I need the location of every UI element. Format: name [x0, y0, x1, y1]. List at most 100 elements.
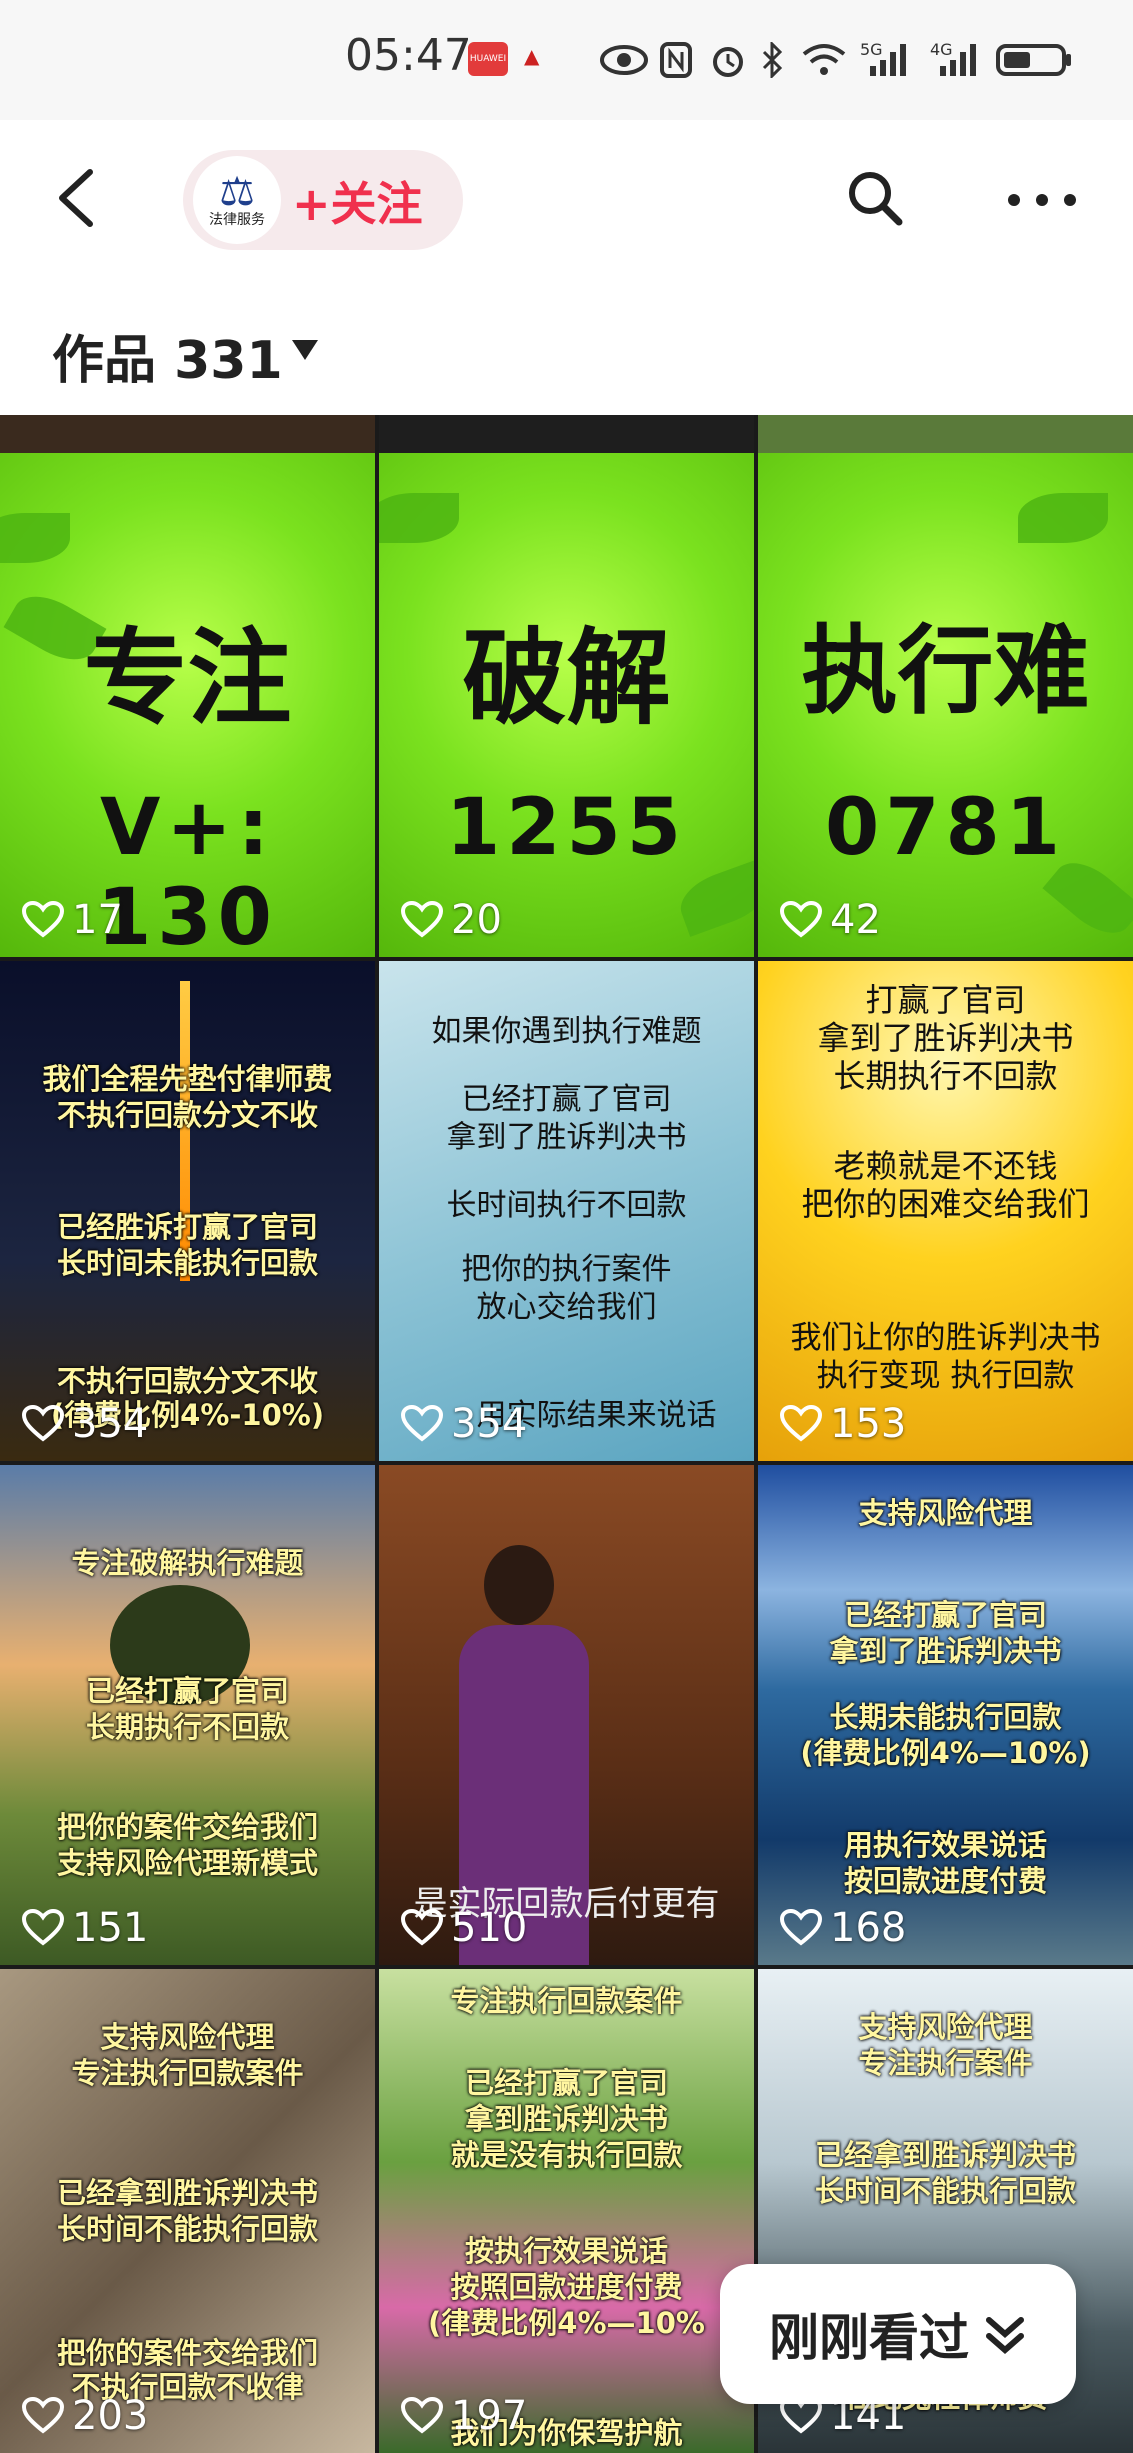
caption-line: 长时间不能执行回款 [56, 2212, 318, 2246]
caption-line: (律费比例4%—10% [428, 2306, 705, 2340]
heart-icon [22, 901, 64, 938]
like-count: 17 [22, 897, 123, 943]
like-count: 197 [401, 2393, 527, 2439]
status-bar: 05:47 HUAWEI ▲ 5G 4G [0, 0, 1133, 120]
thumbnail-subtitle: 1255 [445, 783, 688, 873]
like-count-value: 197 [451, 2393, 528, 2439]
back-arrow-icon[interactable] [52, 168, 102, 228]
signal-bars-icon-2 [940, 44, 976, 76]
like-count: 168 [780, 1905, 906, 1951]
caption-line: 专注破解执行难题 [71, 1546, 304, 1580]
like-count: 151 [22, 1905, 148, 1951]
bluetooth-icon [762, 42, 783, 78]
caption-line: 拿到胜诉判决书 [464, 2102, 668, 2136]
caption-line: 长期未能执行回款 [829, 1700, 1062, 1734]
recently-viewed-label: 刚刚看过 [769, 2309, 969, 2367]
like-count: 20 [401, 897, 502, 943]
like-count-value: 151 [72, 1905, 149, 1951]
like-count: 354 [401, 1401, 527, 1447]
video-thumbnail[interactable]: 打赢了官司 拿到了胜诉判决书 长期执行不回款 老赖就是不还钱 把你的困难交给我们… [758, 961, 1133, 1461]
signal-bars-icon [870, 44, 906, 76]
huawei-app-icon: HUAWEI [468, 42, 508, 76]
heart-icon [780, 901, 822, 938]
caption-line: 已经拿到胜诉判决书 [56, 2176, 318, 2210]
video-thumbnail[interactable]: 支持风险代理 专注执行回款案件 已经拿到胜诉判决书 长时间不能执行回款 把你的案… [0, 1969, 375, 2453]
video-grid: 专注 V+: 130 17 破解 1255 20 执行难 0781 42 我们全… [0, 415, 1133, 2453]
caption-line: 专注执行案件 [858, 2046, 1033, 2080]
like-count-value: 42 [830, 897, 881, 943]
follow-button[interactable]: +关注 [292, 168, 423, 234]
caption-line: 支持风险代理 [858, 1496, 1033, 1530]
video-thumbnail[interactable]: 专注破解执行难题 已经打赢了官司 长期执行不回款 把你的案件交给我们 支持风险代… [0, 1465, 375, 1965]
caption-line: 不执行回款分文不收 [56, 1098, 318, 1132]
like-count: 42 [780, 897, 881, 943]
caption-line: 老赖就是不还钱 [833, 1147, 1058, 1185]
presenter-head [484, 1545, 554, 1625]
recently-viewed-button[interactable]: 刚刚看过 [720, 2264, 1076, 2404]
caption-line: 把你的困难交给我们 [801, 1185, 1090, 1223]
heart-icon [22, 1405, 64, 1442]
leaf-decoration [0, 513, 70, 563]
partial-video-thumbnail[interactable] [0, 415, 375, 453]
profile-header [0, 120, 1133, 285]
nfc-icon [660, 42, 692, 78]
chevron-double-down-icon [986, 2317, 1024, 2354]
leaf-decoration [379, 493, 459, 543]
video-thumbnail[interactable]: 执行难 0781 42 [758, 453, 1133, 957]
caption-line: 用执行效果说话 [843, 1828, 1047, 1862]
search-icon[interactable] [845, 168, 905, 228]
caption-line: 已经打赢了官司 [85, 1674, 289, 1708]
works-count[interactable]: 作品 331 [52, 318, 283, 393]
caption-line: 长期执行不回款 [833, 1057, 1058, 1095]
caption-line: 把你的案件交给我们 [56, 1810, 318, 1844]
heart-icon [401, 1909, 443, 1946]
like-count: 354 [22, 1401, 148, 1447]
video-thumbnail[interactable]: 支持风险代理 已经打赢了官司 拿到了胜诉判决书 长期未能执行回款 (律费比例4%… [758, 1465, 1133, 1965]
scales-icon: ⚖ [219, 169, 255, 215]
like-count-value: 354 [72, 1401, 149, 1447]
heart-icon [401, 901, 443, 938]
caption-line: 打赢了官司 [865, 981, 1026, 1019]
video-thumbnail[interactable]: 我们全程先垫付律师费 不执行回款分文不收 已经胜诉打赢了官司 长时间未能执行回款… [0, 961, 375, 1461]
caption-line: 如果你遇到执行难题 [431, 1014, 702, 1049]
caption-line: 支持风险代理 [100, 2020, 275, 2054]
avatar-caption: 法律服务 [209, 212, 265, 228]
account-avatar[interactable]: ⚖ 法律服务 [193, 156, 281, 244]
thumbnail-subtitle: 0781 [824, 783, 1067, 873]
video-thumbnail[interactable]: 专注 V+: 130 17 [0, 453, 375, 957]
caption-line: 拿到了胜诉判决书 [829, 1634, 1062, 1668]
caption-line: 专注执行回款案件 [71, 2056, 304, 2090]
caption-line: 长时间执行不回款 [446, 1188, 687, 1223]
dropdown-triangle-icon[interactable] [290, 338, 320, 362]
alarm-icon [713, 47, 743, 77]
caption-line: 长时间未能执行回款 [56, 1246, 318, 1280]
caption-line: 已经胜诉打赢了官司 [56, 1210, 318, 1244]
like-count-value: 203 [72, 2393, 149, 2439]
like-count-value: 20 [451, 897, 502, 943]
caption-line: 执行变现 执行回款 [816, 1358, 1075, 1394]
notification-app-icon: ▲ [524, 44, 540, 68]
video-thumbnail[interactable]: 专注执行回款案件 已经打赢了官司 拿到胜诉判决书 就是没有执行回款 按执行效果说… [379, 1969, 754, 2453]
heart-icon [22, 2397, 64, 2434]
thumbnail-title: 专注 [83, 617, 292, 739]
like-count: 203 [22, 2393, 148, 2439]
caption-line: 把你的执行案件 [461, 1252, 672, 1287]
video-thumbnail[interactable]: 是实际回款后付更有 510 [379, 1465, 754, 1965]
partial-video-thumbnail[interactable] [379, 415, 754, 453]
caption-line: 按回款进度付费 [843, 1864, 1047, 1898]
caption-line: 把你的案件交给我们 [56, 2336, 318, 2370]
more-options-icon[interactable] [1002, 185, 1082, 215]
caption-line: 支持风险代理 [858, 2010, 1033, 2044]
heart-icon [780, 1909, 822, 1946]
video-thumbnail[interactable]: 如果你遇到执行难题 已经打赢了官司 拿到了胜诉判决书 长时间执行不回款 把你的执… [379, 961, 754, 1461]
partial-video-thumbnail[interactable] [758, 415, 1133, 453]
like-count-value: 168 [830, 1905, 907, 1951]
caption-line: 不执行回款分文不收 [56, 1364, 318, 1398]
leaf-decoration [1018, 493, 1108, 543]
caption-line: (律费比例4%—10%) [800, 1736, 1091, 1770]
video-thumbnail[interactable]: 破解 1255 20 [379, 453, 754, 957]
like-count-value: 354 [451, 1401, 528, 1447]
caption-line: 已经拿到胜诉判决书 [814, 2138, 1076, 2172]
like-count-value: 153 [830, 1401, 907, 1447]
caption-line: 按执行效果说话 [464, 2234, 668, 2268]
